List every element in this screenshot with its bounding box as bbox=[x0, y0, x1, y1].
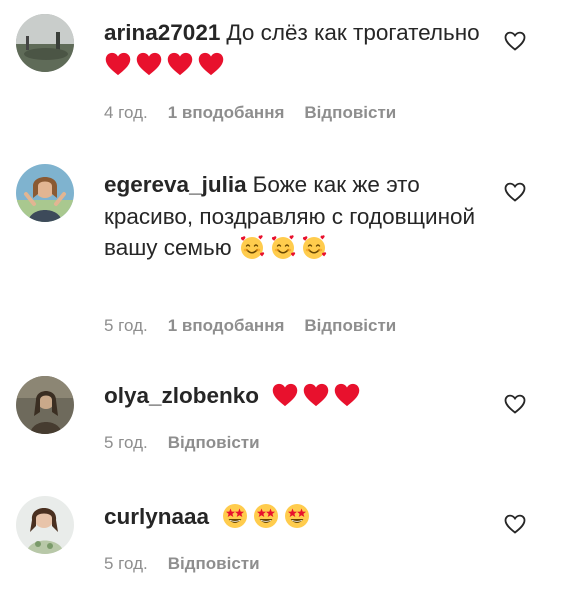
red-heart-emoji bbox=[333, 381, 361, 409]
like-heart-icon[interactable] bbox=[503, 29, 527, 53]
comment-time[interactable]: 5 год. bbox=[104, 316, 148, 335]
red-heart-emoji bbox=[197, 50, 225, 78]
smiling-face-with-hearts-emoji bbox=[269, 233, 297, 261]
comment-username[interactable]: curlynaaa bbox=[104, 504, 209, 529]
red-heart-emoji bbox=[271, 381, 299, 409]
red-heart-emoji bbox=[302, 381, 330, 409]
avatar[interactable] bbox=[16, 14, 74, 72]
avatar[interactable] bbox=[16, 164, 74, 222]
comment-text: egereva_julia Боже как же это красиво, по… bbox=[104, 169, 484, 264]
red-heart-emoji bbox=[135, 50, 163, 78]
like-heart-icon[interactable] bbox=[503, 180, 527, 204]
like-heart-icon[interactable] bbox=[503, 512, 527, 536]
comment-text: olya_zlobenko bbox=[104, 380, 484, 412]
reply-button[interactable]: Відповісти bbox=[168, 554, 260, 573]
comment-username[interactable]: olya_zlobenko bbox=[104, 383, 259, 408]
comment-likes-count[interactable]: 1 вподобання bbox=[168, 316, 285, 335]
comment-text: arina27021 До слёз как трогательно bbox=[104, 17, 484, 80]
reply-button[interactable]: Відповісти bbox=[304, 103, 396, 122]
smiling-face-with-hearts-emoji bbox=[238, 233, 266, 261]
red-heart-emoji bbox=[104, 50, 132, 78]
comment-body: До слёз как трогательно bbox=[226, 20, 480, 45]
star-struck-emoji bbox=[252, 502, 280, 530]
red-heart-emoji bbox=[166, 50, 194, 78]
star-struck-emoji bbox=[221, 502, 249, 530]
comment-time[interactable]: 5 год. bbox=[104, 433, 148, 452]
comment-username[interactable]: arina27021 bbox=[104, 20, 220, 45]
comment-meta: 4 год. 1 вподобання Відповісти bbox=[104, 103, 416, 123]
comment-time[interactable]: 4 год. bbox=[104, 103, 148, 122]
smiling-face-with-hearts-emoji bbox=[300, 233, 328, 261]
avatar[interactable] bbox=[16, 496, 74, 554]
comment-meta: 5 год. Відповісти bbox=[104, 554, 280, 574]
reply-button[interactable]: Відповісти bbox=[304, 316, 396, 335]
comment-meta: 5 год. Відповісти bbox=[104, 433, 280, 453]
comment-time[interactable]: 5 год. bbox=[104, 554, 148, 573]
avatar[interactable] bbox=[16, 376, 74, 434]
reply-button[interactable]: Відповісти bbox=[168, 433, 260, 452]
comment-text: curlynaaa bbox=[104, 501, 484, 533]
comment-meta: 5 год. 1 вподобання Відповісти bbox=[104, 316, 416, 336]
comment-username[interactable]: egereva_julia bbox=[104, 172, 247, 197]
star-struck-emoji bbox=[283, 502, 311, 530]
comment-likes-count[interactable]: 1 вподобання bbox=[168, 103, 285, 122]
like-heart-icon[interactable] bbox=[503, 392, 527, 416]
